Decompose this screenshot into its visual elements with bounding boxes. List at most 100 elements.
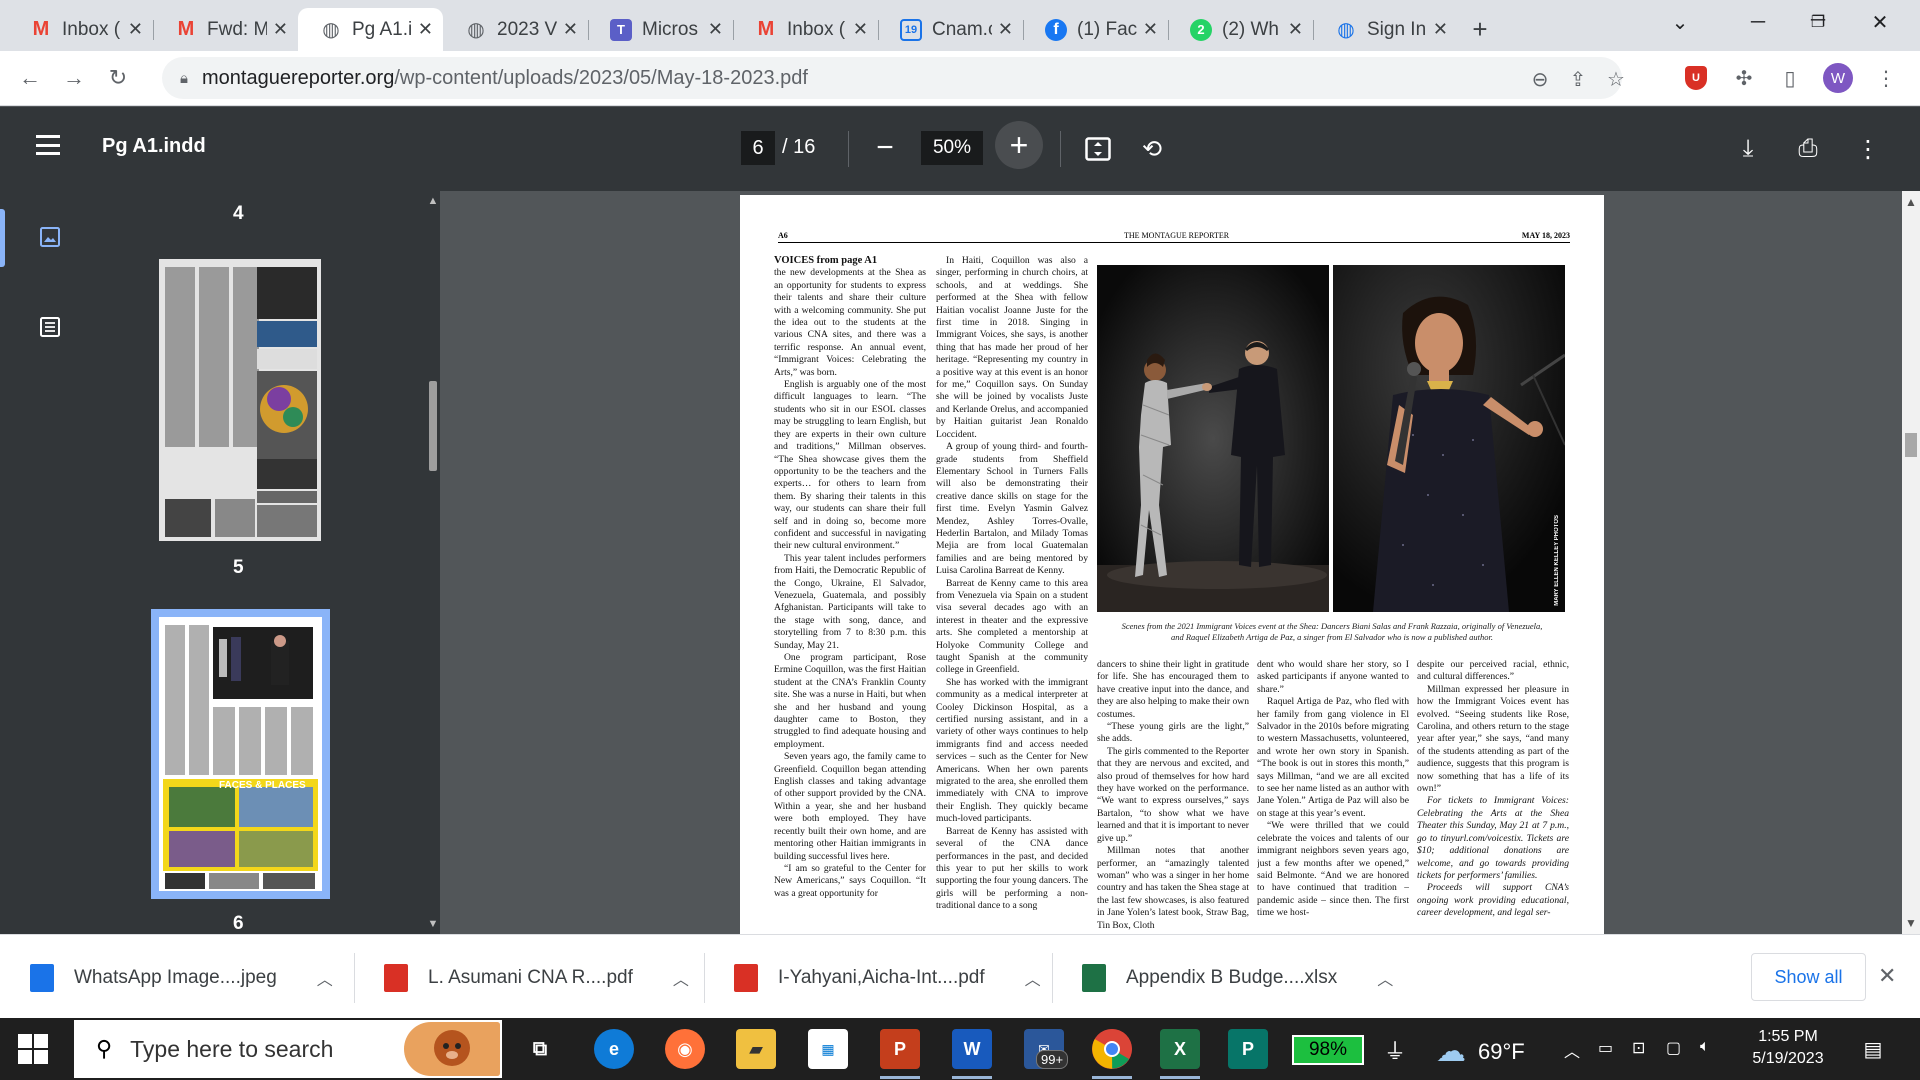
download-item[interactable]: Appendix B Budge....xlsx ︿	[1082, 953, 1393, 1003]
browser-tab[interactable]: M Inbox (✕	[733, 8, 878, 51]
ublock-extension-icon[interactable]: U	[1676, 58, 1716, 98]
tab-close-icon[interactable]: ✕	[418, 19, 433, 40]
tab-search-icon[interactable]: ⌄	[1650, 0, 1710, 44]
paragraph: “I am so grateful to the Center for New …	[774, 862, 926, 899]
notification-icon[interactable]: ▤	[1858, 1034, 1888, 1064]
page-thumbnail-6-selected[interactable]: FACES & PLACES	[151, 609, 330, 899]
download-item[interactable]: L. Asumani CNA R....pdf ︿	[384, 953, 689, 1003]
chevron-up-icon[interactable]: ︿	[1377, 966, 1393, 990]
file-explorer-icon[interactable]: ▰	[736, 1029, 776, 1069]
windows-start-icon[interactable]	[18, 1034, 48, 1064]
chrome-menu-icon[interactable]: ⋮	[1866, 58, 1906, 98]
side-panel-icon[interactable]: ▯	[1770, 58, 1810, 98]
battery-icon[interactable]: ▭	[1598, 1038, 1613, 1058]
thumbnails-icon[interactable]	[34, 221, 66, 253]
rotate-icon[interactable]: ⟲	[1136, 133, 1168, 165]
url-text[interactable]: montaguereporter.org/wp-content/uploads/…	[202, 67, 808, 90]
scroll-handle[interactable]	[1905, 433, 1917, 457]
paragraph: dancers to shine their light in gratitud…	[1097, 659, 1249, 720]
forward-icon[interactable]: →	[54, 58, 94, 98]
extensions-puzzle-icon[interactable]: ✣	[1724, 58, 1764, 98]
tab-close-icon[interactable]: ✕	[1143, 19, 1158, 40]
download-item[interactable]: WhatsApp Image....jpeg ︿	[30, 953, 333, 1003]
edge-icon[interactable]: e	[594, 1029, 634, 1069]
paragraph: “These young girls are the light,” she a…	[1097, 721, 1249, 745]
show-all-downloads-button[interactable]: Show all	[1751, 953, 1866, 1001]
fit-page-icon[interactable]	[1082, 133, 1114, 165]
chevron-up-icon[interactable]: ︿	[673, 966, 689, 990]
minimize-window-button[interactable]: ─	[1728, 0, 1788, 44]
browser-tab[interactable]: ◍ Sign In ✕	[1313, 8, 1458, 51]
close-window-button[interactable]: ✕	[1850, 0, 1910, 44]
reload-icon[interactable]: ↻	[98, 58, 138, 98]
zoom-out-button[interactable]: −	[870, 131, 900, 165]
powerpoint-icon[interactable]: P	[880, 1029, 920, 1069]
close-shelf-icon[interactable]: ✕	[1878, 963, 1896, 989]
volume-icon[interactable]: 🔈︎	[1700, 1038, 1710, 1056]
download-item[interactable]: I-Yahyani,Aicha-Int....pdf ︿	[734, 953, 1041, 1003]
tab-close-icon[interactable]: ✕	[128, 19, 143, 40]
scroll-up-icon[interactable]: ▲	[1902, 195, 1920, 209]
scroll-handle[interactable]	[429, 381, 437, 471]
show-hidden-icons[interactable]: ︿	[1564, 1038, 1580, 1062]
profile-avatar[interactable]: W	[1818, 58, 1858, 98]
divider	[1060, 131, 1061, 167]
page-number-input[interactable]: 6	[741, 131, 775, 165]
firefox-icon[interactable]: ◉	[665, 1029, 705, 1069]
more-options-icon[interactable]: ⋮	[1852, 133, 1884, 165]
download-filename: I-Yahyani,Aicha-Int....pdf	[778, 967, 985, 988]
network-icon[interactable]: ⊡	[1632, 1038, 1645, 1058]
chevron-up-icon[interactable]: ︿	[317, 966, 333, 990]
scroll-up-icon[interactable]: ▲	[426, 195, 440, 207]
browser-tab[interactable]: f (1) Fac ✕	[1023, 8, 1168, 51]
taskbar-search[interactable]: ⚲ Type here to search	[74, 1020, 502, 1078]
browser-tab[interactable]: M Fwd: M ✕	[153, 8, 298, 51]
paragraph: the new developments at the Shea as an o…	[774, 267, 926, 378]
menu-icon[interactable]	[36, 135, 60, 155]
weather-widget[interactable]: ☁ 69°F	[1436, 1034, 1525, 1069]
tab-close-icon[interactable]: ✕	[273, 19, 288, 40]
system-clock[interactable]: 1:55 PM 5/19/2023	[1740, 1026, 1836, 1070]
chevron-up-icon[interactable]: ︿	[1025, 966, 1041, 990]
new-tab-button[interactable]: +	[1458, 8, 1502, 51]
back-icon[interactable]: ←	[10, 58, 50, 98]
display-icon[interactable]: ▢	[1666, 1038, 1681, 1058]
paragraph: Millman expressed her pleasure in how th…	[1417, 683, 1569, 795]
print-icon[interactable]: ⎙	[1792, 133, 1824, 165]
outline-icon[interactable]	[34, 311, 66, 343]
tab-close-icon[interactable]: ✕	[708, 19, 723, 40]
address-bar[interactable]: 🔒︎ montaguereporter.org/wp-content/uploa…	[162, 57, 1625, 99]
scroll-down-icon[interactable]: ▼	[426, 918, 440, 930]
tab-close-icon[interactable]: ✕	[853, 19, 868, 40]
viewer-scrollbar[interactable]: ▲ ▼	[1902, 191, 1920, 934]
zoom-icon[interactable]: ⊖	[1522, 61, 1558, 97]
publisher-icon[interactable]: P	[1228, 1029, 1268, 1069]
browser-tab[interactable]: 2 (2) Wh ✕	[1168, 8, 1313, 51]
browser-tab[interactable]: 19 Cnam.c ✕	[878, 8, 1023, 51]
download-icon[interactable]: ⤓	[1732, 133, 1764, 165]
paragraph: dent who would share her story, so I ask…	[1257, 659, 1409, 695]
bookmark-star-icon[interactable]: ☆	[1598, 61, 1634, 97]
zoom-input[interactable]: 50%	[921, 131, 983, 165]
tab-close-icon[interactable]: ✕	[998, 19, 1013, 40]
battery-indicator[interactable]: 98%	[1292, 1035, 1364, 1065]
tab-close-icon[interactable]: ✕	[563, 19, 578, 40]
chrome-icon[interactable]	[1092, 1029, 1132, 1069]
restore-window-button[interactable]: ❐	[1788, 0, 1848, 44]
browser-tab[interactable]: M Inbox (✕	[8, 8, 153, 51]
scroll-down-icon[interactable]: ▼	[1902, 916, 1920, 930]
browser-tab[interactable]: ◍ 2023 V ✕	[443, 8, 588, 51]
browser-tab[interactable]: T Micros ✕	[588, 8, 733, 51]
microsoft-store-icon[interactable]: ▦	[808, 1029, 848, 1069]
zoom-in-button[interactable]: +	[995, 121, 1043, 169]
page-thumbnail-5[interactable]	[159, 259, 321, 541]
browser-tab[interactable]: ◍ Pg A1.i ✕	[298, 8, 443, 51]
task-view-icon[interactable]: ⧉	[520, 1029, 560, 1069]
share-icon[interactable]: ⇪	[1560, 61, 1596, 97]
word-icon[interactable]: W	[952, 1029, 992, 1069]
tab-close-icon[interactable]: ✕	[1288, 19, 1303, 40]
svg-text:FACES & PLACES: FACES & PLACES	[219, 780, 306, 791]
tab-close-icon[interactable]: ✕	[1433, 19, 1448, 40]
sidebar-scrollbar[interactable]: ▲ ▼	[426, 191, 440, 934]
excel-icon[interactable]: X	[1160, 1029, 1200, 1069]
